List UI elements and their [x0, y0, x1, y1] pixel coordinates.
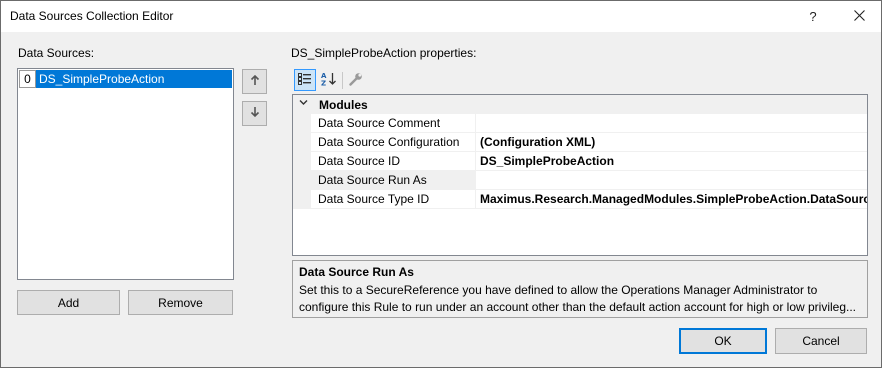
description-line: configure this Rule to run under an acco… — [299, 300, 857, 314]
category-name: Modules — [319, 98, 368, 112]
property-row[interactable]: Data Source Configuration (Configuration… — [311, 133, 867, 152]
categorized-button[interactable] — [294, 69, 316, 91]
description-title: Data Source Run As — [299, 265, 414, 279]
cancel-button[interactable]: Cancel — [775, 328, 867, 354]
property-name: Data Source ID — [311, 152, 476, 171]
chevron-down-icon[interactable] — [299, 98, 308, 110]
arrow-down-icon — [250, 106, 260, 121]
data-sources-label: Data Sources: — [18, 46, 95, 60]
ok-button[interactable]: OK — [679, 328, 767, 354]
data-sources-list[interactable]: 0 DS_SimpleProbeAction — [17, 68, 234, 280]
wrench-icon — [349, 72, 363, 89]
move-up-button[interactable] — [242, 69, 267, 94]
arrow-up-icon — [250, 74, 260, 89]
add-button[interactable]: Add — [17, 290, 120, 315]
property-value[interactable]: Maximus.Research.ManagedModules.SimplePr… — [477, 190, 867, 209]
close-button[interactable] — [837, 1, 881, 32]
category-header[interactable]: Modules — [293, 95, 867, 114]
categorized-icon — [298, 72, 312, 88]
help-icon: ? — [809, 9, 817, 24]
remove-button[interactable]: Remove — [128, 290, 233, 315]
property-row[interactable]: Data Source ID DS_SimpleProbeAction — [311, 152, 867, 171]
properties-label: DS_SimpleProbeAction properties: — [291, 46, 477, 60]
window-title: Data Sources Collection Editor — [10, 9, 174, 23]
list-item[interactable]: 0 DS_SimpleProbeAction — [19, 70, 232, 88]
property-value[interactable]: DS_SimpleProbeAction — [477, 152, 867, 171]
property-value[interactable]: (Configuration XML) — [477, 133, 867, 152]
toolbar-separator — [342, 72, 343, 89]
property-description-panel: Data Source Run As Set this to a SecureR… — [292, 260, 868, 318]
property-row[interactable]: Data Source Comment — [311, 114, 867, 133]
property-grid-toolbar: A Z — [292, 69, 372, 93]
property-pages-button[interactable] — [345, 69, 367, 91]
property-row[interactable]: Data Source Run As — [311, 171, 867, 190]
property-value[interactable] — [477, 114, 867, 133]
property-grid[interactable]: Modules Data Source Comment Data Source … — [292, 94, 868, 256]
alphabetical-icon: A Z — [321, 72, 337, 89]
property-name: Data Source Comment — [311, 114, 476, 133]
list-item-label: DS_SimpleProbeAction — [36, 70, 232, 88]
description-line: Set this to a SecureReference you have d… — [299, 283, 818, 297]
property-name: Data Source Run As — [311, 171, 476, 190]
alphabetical-button[interactable]: A Z — [318, 69, 340, 91]
property-name: Data Source Type ID — [311, 190, 476, 209]
title-bar: Data Sources Collection Editor ? — [1, 1, 881, 32]
description-text: Set this to a SecureReference you have d… — [299, 282, 863, 316]
move-down-button[interactable] — [242, 101, 267, 126]
close-icon — [853, 9, 865, 24]
grid-left-margin — [293, 114, 311, 209]
property-value[interactable] — [477, 171, 867, 190]
collection-editor-dialog: Data Sources Collection Editor ? Data So… — [0, 0, 882, 368]
property-row[interactable]: Data Source Type ID Maximus.Research.Man… — [311, 190, 867, 209]
property-name: Data Source Configuration — [311, 133, 476, 152]
svg-text:Z: Z — [321, 79, 326, 86]
help-button[interactable]: ? — [791, 1, 835, 32]
list-item-index: 0 — [19, 70, 36, 88]
